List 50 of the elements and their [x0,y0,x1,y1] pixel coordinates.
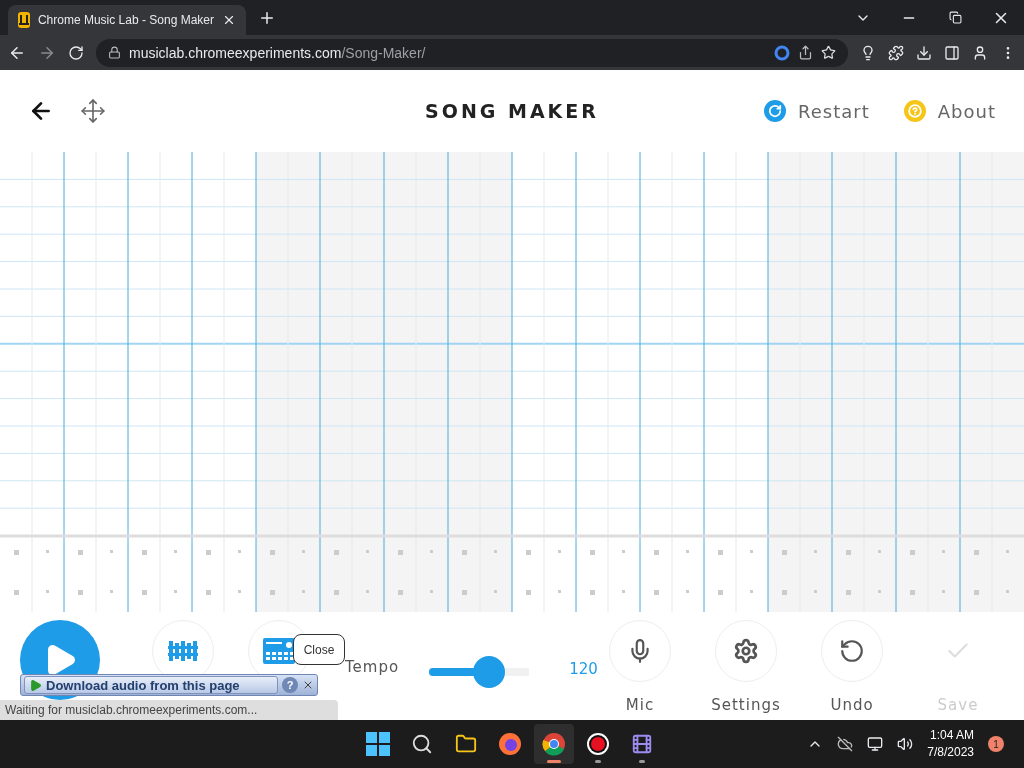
help-icon [903,100,926,122]
address-bar[interactable]: musiclab.chromeexperiments.com/Song-Maker/ [96,38,848,67]
date-text: 7/8/2023 [927,744,974,761]
windows-logo-icon [366,732,390,756]
chrome-logo-icon [542,732,566,756]
status-toast: Waiting for musiclab.chromeexperiments.com... [0,700,338,720]
download-icon[interactable] [916,44,932,61]
about-button[interactable]: About [903,100,996,122]
slider-thumb[interactable] [473,656,506,688]
close-icon[interactable] [302,679,314,691]
profile-icon[interactable] [972,44,988,61]
action-label: Mic [625,696,655,714]
extensions-icon[interactable] [888,44,904,61]
lightbulb-icon[interactable] [860,44,876,61]
download-audio-button[interactable]: Download audio from this page [24,676,278,694]
star-icon[interactable] [821,45,836,60]
tab-title: Chrome Music Lab - Song Maker [37,13,214,27]
taskbar-app[interactable] [534,724,574,764]
restart-button[interactable]: Restart [764,100,870,122]
film-icon [631,733,653,755]
cloud-off-icon[interactable] [837,736,854,752]
app-title: SONG MAKER [424,100,600,122]
tooltip: Close [293,634,345,665]
refresh-icon [764,100,787,122]
browser-tab[interactable]: Chrome Music Lab - Song Maker [8,5,246,35]
settings-icon [733,638,759,664]
action-label: Settings [711,696,781,714]
piano-favicon-icon [18,12,30,28]
url-text: musiclab.chromeexperiments.com/Song-Maker/ [129,44,427,61]
action-label: Undo [830,696,874,714]
help-button[interactable]: ? [282,677,298,693]
record-icon [586,732,610,756]
search-icon [411,733,433,755]
xylophone-icon [168,640,198,662]
undo-icon [839,638,865,664]
reload-icon[interactable] [68,44,84,61]
network-icon[interactable] [867,736,884,752]
clock[interactable]: 1:04 AM 7/8/2023 [927,727,974,761]
folder-icon [455,733,477,755]
time-text: 1:04 AM [929,727,974,744]
share-icon[interactable] [798,45,813,60]
tempo-value: 120 [569,660,598,678]
lock-icon [108,46,121,59]
volume-icon[interactable] [897,736,914,752]
move-arrows-icon[interactable] [80,98,106,124]
drum-machine-icon [263,638,295,664]
tempo-label: Tempo [345,658,400,676]
notification-badge[interactable]: 1 [988,736,1004,752]
side-panel-icon[interactable] [944,44,960,61]
close-icon[interactable] [222,13,236,27]
